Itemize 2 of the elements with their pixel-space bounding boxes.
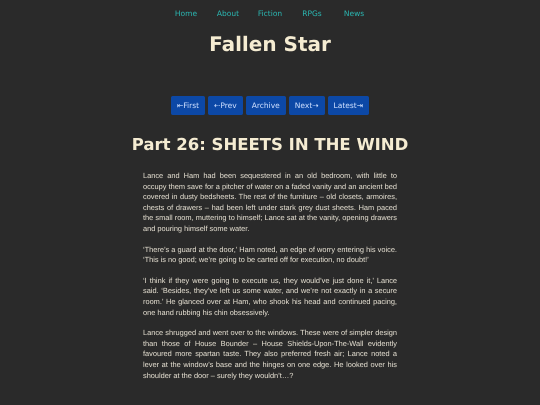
chapter-title: Part 26: SHEETS IN THE WIND xyxy=(132,135,408,155)
site-title: Fallen Star xyxy=(209,32,331,56)
